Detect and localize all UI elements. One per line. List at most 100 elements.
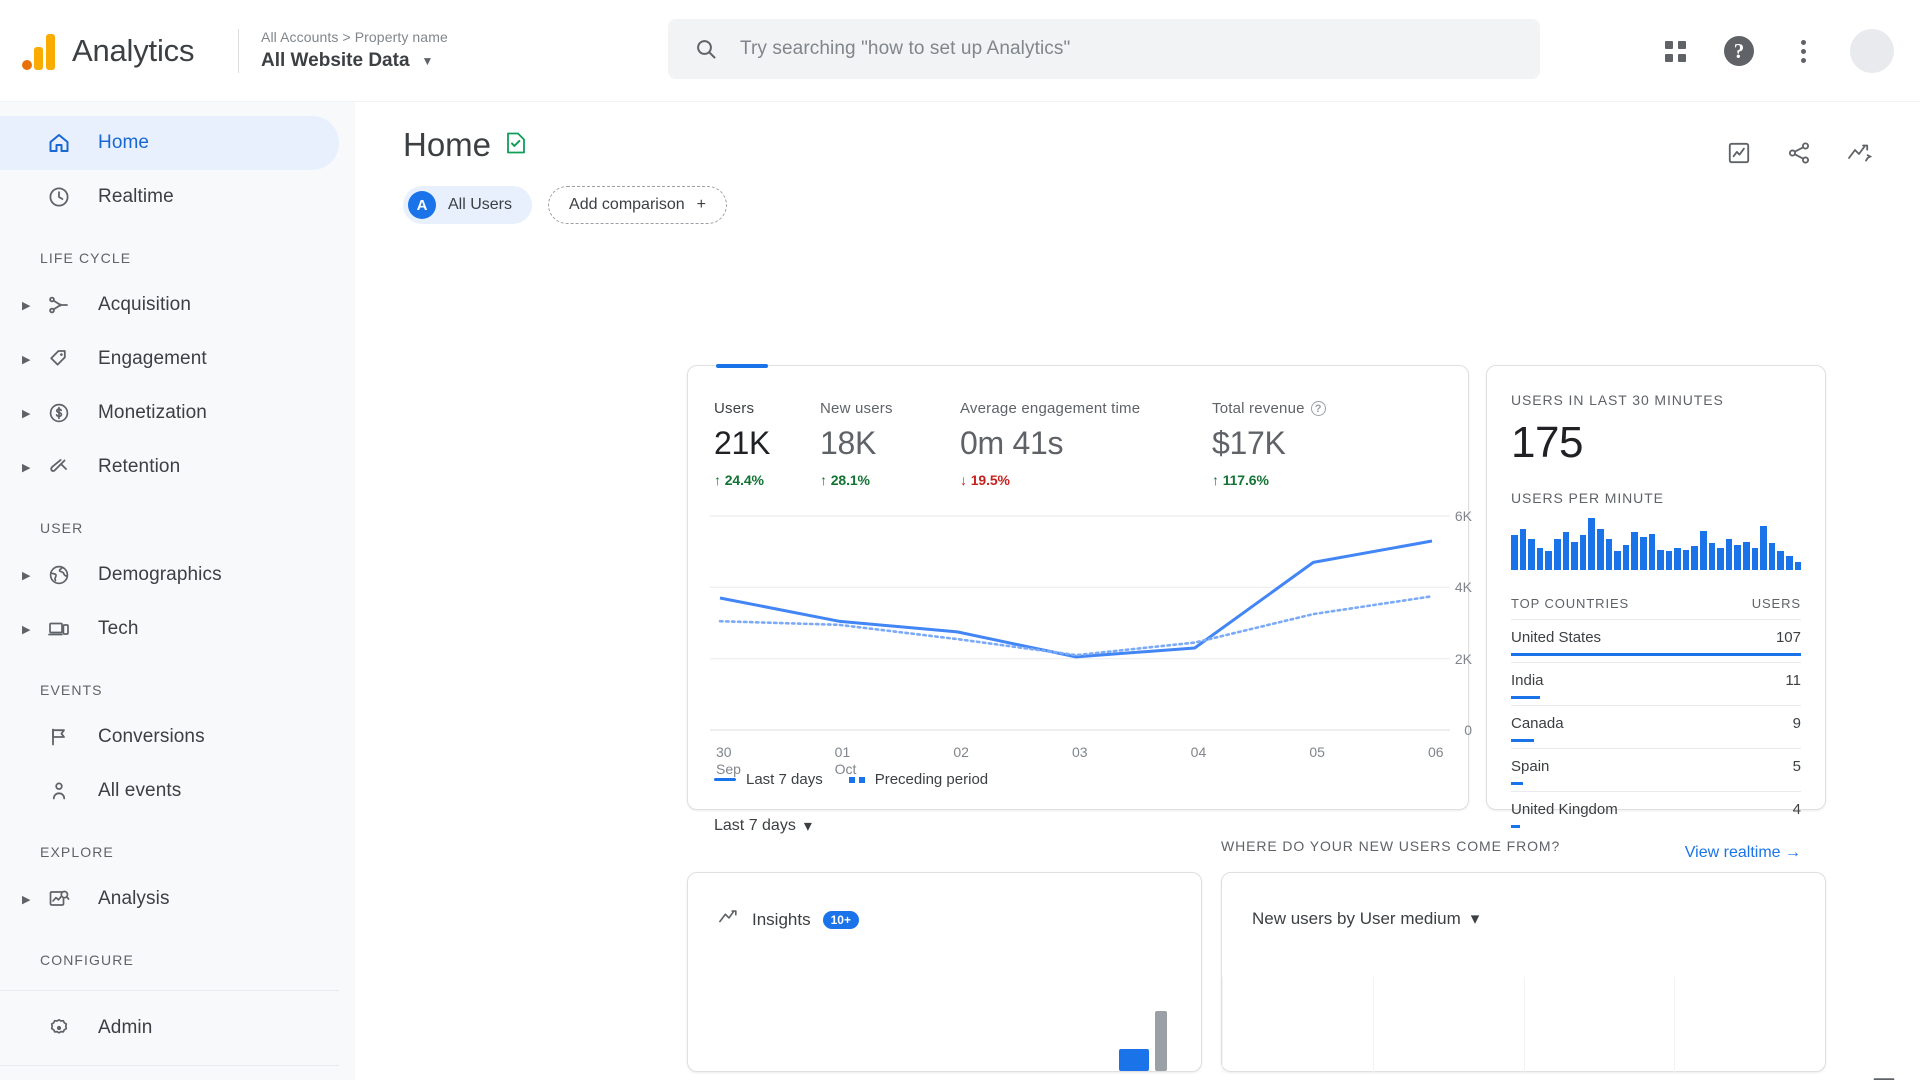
help-button[interactable]: ? bbox=[1722, 34, 1756, 68]
metric-users[interactable]: Users 21K ↑ 24.4% bbox=[714, 400, 814, 488]
legend-item-preceding-period[interactable]: Preceding period bbox=[849, 771, 988, 788]
feedback-button[interactable] bbox=[1866, 1070, 1902, 1080]
date-range-label: Last 7 days bbox=[714, 817, 796, 835]
new-users-card-header[interactable]: New users by User medium ▾ bbox=[1222, 873, 1825, 929]
new-users-chart-grid bbox=[1222, 977, 1825, 1073]
sparkline-bar bbox=[1528, 539, 1535, 571]
apps-grid-button[interactable] bbox=[1658, 34, 1692, 68]
breadcrumb[interactable]: All Accounts > Property name All Website… bbox=[261, 29, 448, 72]
metric-new-users[interactable]: New users 18K ↑ 28.1% bbox=[820, 400, 954, 488]
expand-arrow-icon[interactable]: ▶ bbox=[22, 623, 42, 636]
plus-icon: + bbox=[697, 196, 706, 214]
sparkline-bar bbox=[1752, 548, 1759, 570]
sidebar-item-label: Realtime bbox=[98, 186, 174, 208]
arrow-up-icon: ↑ bbox=[820, 472, 827, 488]
avatar[interactable] bbox=[1850, 29, 1894, 73]
metrics-row: Users 21K ↑ 24.4% New users 18K ↑ 28.1% bbox=[688, 366, 1468, 488]
table-row[interactable]: Spain5 bbox=[1511, 748, 1801, 785]
expand-arrow-icon[interactable]: ▶ bbox=[22, 893, 42, 906]
insights-sparkline-icon[interactable] bbox=[1846, 140, 1874, 171]
metric-avg-engagement-time[interactable]: Average engagement time 0m 41s ↓ 19.5% bbox=[960, 400, 1206, 488]
breadcrumb-path: All Accounts > Property name bbox=[261, 29, 448, 45]
sidebar-item-acquisition[interactable]: ▶ Acquisition bbox=[0, 278, 355, 332]
brand-title: Analytics bbox=[72, 33, 194, 69]
metric-delta: ↑ 28.1% bbox=[820, 472, 954, 488]
metric-total-revenue[interactable]: Total revenue ? $17K ↑ 117.6% bbox=[1212, 400, 1372, 488]
country-name: Spain bbox=[1511, 758, 1549, 775]
metric-delta-value: 117.6% bbox=[1223, 472, 1269, 488]
country-bar-track bbox=[1511, 653, 1801, 656]
sidebar-item-tech[interactable]: ▶ Tech bbox=[0, 602, 355, 656]
main-content: Home A All Users Add comparison + bbox=[355, 102, 1920, 1080]
property-name: All Website Data bbox=[261, 50, 410, 72]
insights-card[interactable]: Insights 10+ bbox=[687, 872, 1202, 1072]
sidebar-item-label: Tech bbox=[98, 618, 139, 640]
insights-title: Insights bbox=[752, 910, 811, 930]
country-bar-fill bbox=[1511, 825, 1520, 828]
sheets-export-icon[interactable] bbox=[505, 131, 527, 160]
sidebar-item-analysis[interactable]: ▶ Analysis bbox=[0, 872, 355, 926]
sparkline-bar bbox=[1623, 545, 1630, 570]
help-circle-icon[interactable]: ? bbox=[1311, 401, 1326, 416]
table-row[interactable]: United States107 bbox=[1511, 619, 1801, 656]
share-icon[interactable] bbox=[1786, 140, 1812, 171]
sidebar-divider bbox=[0, 990, 339, 991]
date-range-selector[interactable]: Last 7 days ▾ bbox=[714, 816, 812, 836]
x-axis-tick: 04 bbox=[1191, 744, 1207, 761]
sidebar-item-engagement[interactable]: ▶ Engagement bbox=[0, 332, 355, 386]
sparkline-bar bbox=[1734, 545, 1741, 570]
sidebar-item-home[interactable]: ▶ Home bbox=[0, 116, 339, 170]
metric-label: Users bbox=[714, 400, 814, 417]
property-selector[interactable]: All Website Data ▼ bbox=[261, 50, 448, 72]
sparkline-bar bbox=[1717, 548, 1724, 570]
line-chart-svg bbox=[710, 508, 1450, 738]
expand-arrow-icon[interactable]: ▶ bbox=[22, 353, 42, 366]
chart-legend: Last 7 days Preceding period bbox=[714, 771, 988, 788]
metric-label: Total revenue ? bbox=[1212, 400, 1372, 417]
expand-arrow-icon[interactable]: ▶ bbox=[22, 299, 42, 312]
table-row[interactable]: India11 bbox=[1511, 662, 1801, 699]
expand-arrow-icon[interactable]: ▶ bbox=[22, 569, 42, 582]
feedback-icon bbox=[1870, 1074, 1898, 1080]
arrow-right-icon: → bbox=[1785, 844, 1801, 861]
sidebar-item-retention[interactable]: ▶ Retention bbox=[0, 440, 355, 494]
country-bar-track bbox=[1511, 739, 1801, 742]
brand-block[interactable]: Analytics bbox=[0, 32, 230, 70]
country-users: 9 bbox=[1793, 715, 1801, 732]
sparkline-bar bbox=[1631, 532, 1638, 570]
more-options-button[interactable] bbox=[1786, 34, 1820, 68]
country-name: Canada bbox=[1511, 715, 1564, 732]
sparkline-bar bbox=[1640, 537, 1647, 570]
sidebar-section-explore: EXPLORE bbox=[0, 818, 355, 872]
header-divider bbox=[238, 29, 239, 73]
users-line-chart[interactable]: 02K4K6K 30Sep01Oct0203040506 bbox=[710, 508, 1450, 738]
metric-delta: ↑ 24.4% bbox=[714, 472, 814, 488]
sidebar-divider bbox=[0, 1065, 339, 1066]
sidebar-item-admin[interactable]: ▶ Admin bbox=[0, 1001, 355, 1055]
expand-arrow-icon[interactable]: ▶ bbox=[22, 407, 42, 420]
segment-label: All Users bbox=[448, 196, 512, 214]
sidebar-item-realtime[interactable]: ▶ Realtime bbox=[0, 170, 355, 224]
expand-arrow-icon[interactable]: ▶ bbox=[22, 461, 42, 474]
sidebar-item-monetization[interactable]: ▶ Monetization bbox=[0, 386, 355, 440]
legend-dotted-swatch bbox=[849, 777, 865, 783]
search-input[interactable]: Try searching "how to set up Analytics" bbox=[668, 19, 1540, 79]
sidebar-item-label: Admin bbox=[98, 1017, 152, 1039]
page-title: Home bbox=[403, 126, 491, 164]
legend-item-last-7-days[interactable]: Last 7 days bbox=[714, 771, 823, 788]
analytics-logo-icon bbox=[22, 32, 58, 70]
sidebar-item-demographics[interactable]: ▶ Demographics bbox=[0, 548, 355, 602]
edit-report-icon[interactable] bbox=[1726, 140, 1752, 171]
sparkline-bar bbox=[1554, 539, 1561, 571]
sparkline-bar bbox=[1691, 546, 1698, 570]
y-axis-tick: 0 bbox=[1464, 722, 1472, 738]
sidebar-item-all-events[interactable]: ▶ All events bbox=[0, 764, 355, 818]
add-comparison-button[interactable]: Add comparison + bbox=[548, 186, 727, 224]
table-row[interactable]: United Kingdom4 bbox=[1511, 791, 1801, 828]
sidebar-item-conversions[interactable]: ▶ Conversions bbox=[0, 710, 355, 764]
table-row[interactable]: Canada 9 bbox=[1511, 705, 1801, 742]
new-users-card-title: New users by User medium bbox=[1252, 909, 1461, 929]
all-users-segment-pill[interactable]: A All Users bbox=[403, 186, 532, 224]
sidebar-item-label: Analysis bbox=[98, 888, 170, 910]
new-users-section-label: WHERE DO YOUR NEW USERS COME FROM? bbox=[1221, 838, 1560, 854]
